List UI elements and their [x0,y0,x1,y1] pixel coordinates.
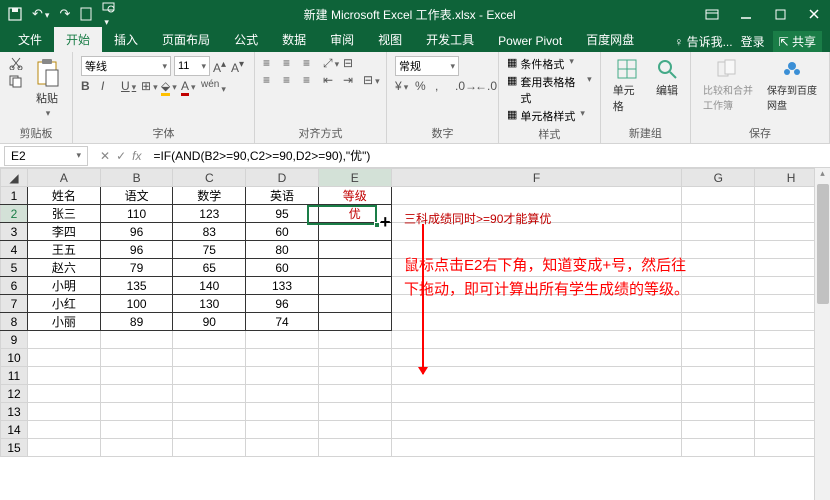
quick-access-toolbar: ↶▾ ↷ ▾ [8,0,115,28]
col-header-E[interactable]: E [318,169,391,187]
maximize-icon[interactable] [772,7,788,21]
align-center-icon[interactable]: ≡ [283,73,298,87]
enter-formula-icon[interactable]: ✓ [116,149,126,163]
cancel-formula-icon[interactable]: ✕ [100,149,110,163]
col-header-G[interactable]: G [682,169,755,187]
tab-baidu[interactable]: 百度网盘 [574,27,646,52]
ribbon-tabs: 文件 开始 插入 页面布局 公式 数据 审阅 视图 开发工具 Power Piv… [0,28,830,52]
font-name-select[interactable]: 等线▾ [81,56,171,76]
group-number-label: 数字 [395,123,490,141]
col-header-C[interactable]: C [173,169,246,187]
inc-decimal-icon[interactable]: .0→ [455,79,470,93]
select-all-corner[interactable]: ◢ [1,169,28,187]
fx-icon[interactable]: fx [132,149,141,163]
formula-input[interactable] [149,146,830,166]
group-styles-label: 样式 [507,124,592,142]
annotation-2: 鼠标点击E2右下角，知道变成+号，然后往 下拖动，即可计算出所有学生成绩的等级。 [404,254,689,302]
paste-button[interactable]: 粘贴▾ [30,56,64,121]
share-button[interactable]: ⇱ 共享 [773,31,822,52]
annotation-1: 三科成绩同时>=90才能算优 [404,210,551,227]
plus-cursor-icon: + [380,212,391,233]
minimize-icon[interactable] [738,7,754,21]
shrink-font-icon[interactable]: A▾ [231,59,246,73]
undo-icon[interactable]: ↶▾ [32,6,49,22]
name-box[interactable]: E2▾ [4,146,88,166]
print-preview-icon[interactable]: ▾ [102,0,115,28]
tell-me[interactable]: ♀ 告诉我... [674,33,732,50]
tab-powerpivot[interactable]: Power Pivot [486,30,574,52]
merge-icon[interactable]: ⊟▾ [363,73,378,87]
copy-icon[interactable] [8,74,24,88]
group-align-label: 对齐方式 [263,123,378,141]
col-header-B[interactable]: B [100,169,173,187]
fill-color-icon[interactable]: ⬙▾ [161,79,176,93]
dec-decimal-icon[interactable]: ←.0 [475,79,490,93]
new-icon[interactable] [80,7,92,21]
cond-format-button[interactable]: ▦条件格式▾ [507,56,574,72]
tab-layout[interactable]: 页面布局 [150,27,222,52]
col-header-F[interactable]: F [391,169,682,187]
edit-button[interactable]: 编辑 [652,56,682,100]
font-color-icon[interactable]: A▾ [181,79,196,93]
group-cells-label: 新建组 [609,123,682,141]
percent-icon[interactable]: % [415,79,430,93]
bold-icon[interactable]: B [81,79,96,93]
tab-formulas[interactable]: 公式 [222,27,270,52]
tab-review[interactable]: 审阅 [318,27,366,52]
arrow-down-icon [422,224,424,374]
align-left-icon[interactable]: ≡ [263,73,278,87]
window-title: 新建 Microsoft Excel 工作表.xlsx - Excel [115,6,704,23]
login-link[interactable]: 登录 [741,33,765,50]
tab-home[interactable]: 开始 [54,27,102,52]
orientation-icon[interactable]: ⤢▾ [323,56,338,70]
align-right-icon[interactable]: ≡ [303,73,318,87]
tab-insert[interactable]: 插入 [102,27,150,52]
phonetic-icon[interactable]: wén▾ [201,79,216,93]
tab-data[interactable]: 数据 [270,27,318,52]
group-clipboard-label: 剪贴板 [8,123,64,141]
indent-inc-icon[interactable]: ⇥ [343,73,358,87]
col-header-D[interactable]: D [246,169,319,187]
vertical-scrollbar[interactable]: ▴ [814,168,830,500]
cell-style-button[interactable]: ▦单元格样式▾ [507,108,585,124]
save-icon[interactable] [8,7,22,21]
group-font-label: 字体 [81,123,246,141]
italic-icon[interactable]: I [101,79,116,93]
indent-dec-icon[interactable]: ⇤ [323,73,338,87]
wrap-text-icon[interactable]: ⊟ [343,56,358,70]
ribbon: 粘贴▾ 剪贴板 等线▾ 11▾ A▴ A▾ B I U▾ ⊞▾ ⬙▾ A▾ wé… [0,52,830,144]
close-icon[interactable] [806,7,822,21]
cells-button[interactable]: 单元格 [609,56,646,116]
scroll-thumb[interactable] [817,184,829,304]
number-format-select[interactable]: 常规▾ [395,56,459,76]
spreadsheet-grid[interactable]: ◢ A B C D E F G H 1姓名语文数学英语等级 2张三1101239… [0,168,830,500]
underline-icon[interactable]: U▾ [121,79,136,93]
compare-merge-button: 比较和合并工作簿 [699,56,757,114]
comma-icon[interactable]: , [435,79,450,93]
group-save-label: 保存 [699,123,821,141]
border-icon[interactable]: ⊞▾ [141,79,156,93]
redo-icon[interactable]: ↷ [59,6,70,22]
grow-font-icon[interactable]: A▴ [213,59,228,73]
tab-developer[interactable]: 开发工具 [414,27,486,52]
col-header-A[interactable]: A [28,169,101,187]
table-format-button[interactable]: ▦套用表格格式▾ [507,74,592,106]
tab-file[interactable]: 文件 [6,27,54,52]
formula-bar: E2▾ ✕ ✓ fx [0,144,830,168]
align-middle-icon[interactable]: ≡ [283,56,298,70]
cut-icon[interactable] [8,56,24,70]
tab-view[interactable]: 视图 [366,27,414,52]
save-baidu-button[interactable]: 保存到百度网盘 [763,56,821,114]
currency-icon[interactable]: ¥▾ [395,79,410,93]
title-bar: ↶▾ ↷ ▾ 新建 Microsoft Excel 工作表.xlsx - Exc… [0,0,830,28]
ribbon-options-icon[interactable] [704,7,720,21]
font-size-select[interactable]: 11▾ [174,56,210,76]
align-bottom-icon[interactable]: ≡ [303,56,318,70]
align-top-icon[interactable]: ≡ [263,56,278,70]
